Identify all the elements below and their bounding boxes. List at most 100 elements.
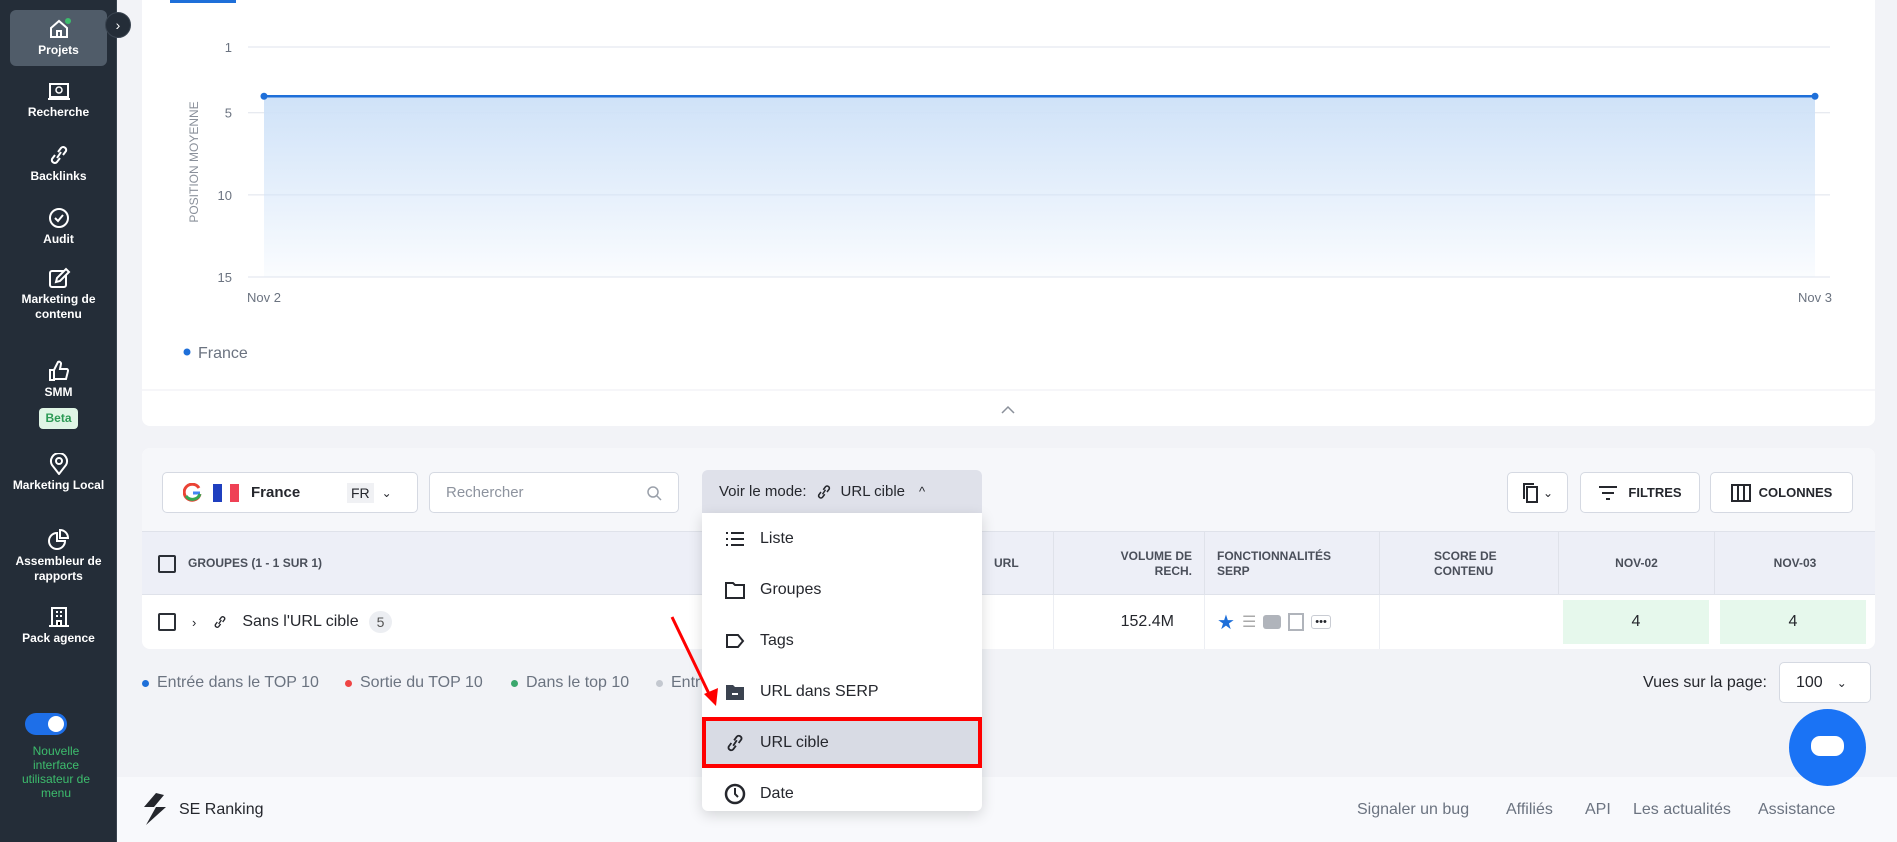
menu-item-groupes[interactable]: Groupes [702, 564, 982, 615]
header-label: URL [994, 556, 1019, 570]
columns-button[interactable]: COLONNES [1710, 472, 1853, 513]
sidebar-item-projets[interactable]: Projets [10, 10, 107, 66]
building-icon [48, 607, 69, 627]
france-flag-icon [213, 483, 240, 502]
menu-item-url-cible[interactable]: URL cible [702, 717, 982, 768]
sidebar-item-marketing-local[interactable]: Marketing Local [10, 453, 107, 493]
search-input[interactable]: Rechercher [429, 472, 679, 513]
keywords-table: France FR ⌄ Rechercher Voir le mode: URL… [142, 448, 1875, 649]
search-placeholder: Rechercher [446, 484, 524, 501]
country-code: FR [347, 482, 374, 503]
serp-header[interactable]: FONCTIONNALITÉS SERP [1204, 532, 1379, 595]
list-icon [726, 531, 744, 546]
expand-chevron-icon[interactable]: › [192, 615, 196, 630]
expand-sidebar-button[interactable]: › [105, 12, 131, 38]
brand-name: SE Ranking [179, 801, 264, 818]
header-label: NOV-03 [1773, 556, 1817, 570]
sidebar-item-label: Recherche [27, 105, 90, 119]
edit-icon [48, 267, 70, 288]
link-icon [50, 146, 67, 164]
menu-item-date[interactable]: Date [702, 768, 982, 819]
sidebar-item-marketing-contenu[interactable]: Marketing de contenu [10, 267, 107, 322]
menu-item-url-serp[interactable]: URL dans SERP [702, 666, 982, 717]
x-tick-label: Nov 2 [247, 290, 281, 305]
serp-features-cell: ★ ☰ ••• [1204, 595, 1379, 649]
more-icon[interactable]: ••• [1311, 615, 1331, 629]
menu-item-label: Groupes [760, 580, 822, 598]
table-header: GROUPES (1 - 1 SUR 1) URL VOLUME DE RECH… [142, 532, 1875, 595]
pie-chart-icon [47, 529, 69, 550]
menu-item-label: Liste [760, 529, 794, 547]
volume-header[interactable]: VOLUME DE RECH. [1053, 532, 1204, 595]
chevron-down-icon: ⌄ [1542, 485, 1554, 500]
sidebar-item-label: SMM [44, 385, 73, 399]
sidebar-item-smm[interactable]: SMM Beta [10, 360, 107, 429]
footer-link-bug[interactable]: Signaler un bug [1357, 801, 1469, 819]
legend-sortie: Sortie du TOP 10 [345, 674, 483, 692]
filters-button[interactable]: FILTRES [1580, 472, 1700, 513]
home-icon [49, 18, 71, 38]
view-mode-menu: Liste Groupes Tags URL dans SERP URL cib… [702, 513, 982, 811]
legend-label: France [198, 345, 248, 362]
footer-link-actualites[interactable]: Les actualités [1633, 801, 1731, 819]
legend-label: Dans le top 10 [526, 674, 630, 691]
nov03-header[interactable]: NOV-03 [1714, 532, 1875, 595]
view-mode-label: Voir le mode: [719, 483, 807, 500]
device-select[interactable]: ⌄ [1507, 472, 1568, 513]
active-tab-indicator [170, 0, 236, 3]
chevron-up-icon: ^ [919, 484, 926, 499]
chat-button[interactable] [1789, 709, 1866, 786]
image-icon [1288, 613, 1305, 631]
view-mode-button[interactable]: Voir le mode: URL cible ^ [702, 470, 982, 513]
y-tick-label: 10 [218, 188, 232, 203]
footer: SE Ranking Signaler un bug Affiliés API … [117, 777, 1897, 842]
view-mode-value: URL cible [840, 483, 906, 500]
footer-link-affilies[interactable]: Affiliés [1506, 801, 1553, 819]
position-chart: 151015POSITION MOYENNENov 2 Nov 3France [142, 0, 1875, 414]
legend-entree: Entrée dans le TOP 10 [142, 674, 319, 692]
sidebar-item-label: Marketing de contenu [21, 292, 96, 321]
url-header[interactable]: URL [982, 532, 1053, 595]
folder-icon [725, 581, 745, 599]
new-ui-toggle[interactable] [25, 713, 67, 735]
menu-item-liste[interactable]: Liste [702, 513, 982, 564]
google-icon [183, 482, 202, 502]
header-label: NOV-02 [1615, 556, 1658, 570]
legend-marker [183, 348, 191, 356]
sidebar-item-backlinks[interactable]: Backlinks [10, 144, 107, 184]
search-engine-select[interactable]: France FR ⌄ [162, 472, 418, 513]
toggle-label: Nouvelle interface utilisateur de menu [21, 744, 91, 800]
thumbs-up-icon [48, 360, 69, 381]
sidebar-item-assembleur[interactable]: Assembleur de rapports [10, 529, 107, 584]
nov02-header[interactable]: NOV-02 [1558, 532, 1714, 595]
y-tick-label: 1 [225, 40, 232, 55]
country-label: France [251, 484, 301, 501]
volume-cell: 152.4M [1053, 595, 1204, 649]
chart-card: 1 5 10 15 POSITION MOYENNE Nov 2 Nov 3 France [142, 0, 1875, 426]
check-circle-icon [48, 208, 69, 228]
footer-link-assistance[interactable]: Assistance [1758, 801, 1835, 819]
score-header[interactable]: SCORE DE CONTENU [1379, 532, 1558, 595]
menu-item-label: URL cible [760, 733, 829, 751]
position-value: 4 [1788, 613, 1798, 630]
sidebar-item-audit[interactable]: Audit [10, 207, 107, 247]
table-row[interactable]: › Sans l'URL cible 5 152.4M ★ ☰ ••• 4 4 [142, 595, 1875, 649]
per-page-select[interactable]: 100 ⌄ [1779, 662, 1871, 703]
footer-link-api[interactable]: API [1585, 801, 1611, 819]
sidebar-item-recherche[interactable]: Recherche [10, 82, 107, 120]
legend-dans: Dans le top 10 [511, 674, 629, 692]
sidebar-item-label: Pack agence [22, 631, 95, 645]
group-name[interactable]: Sans l'URL cible [242, 613, 358, 631]
y-axis-label: POSITION MOYENNE [187, 101, 201, 222]
link-icon [727, 734, 743, 751]
sidebar-item-pack-agence[interactable]: Pack agence [10, 606, 107, 646]
header-label: GROUPES (1 - 1 SUR 1) [188, 556, 323, 570]
header-label: VOLUME DE RECH. [1120, 548, 1192, 578]
row-checkbox[interactable] [158, 613, 176, 631]
x-tick-label: Nov 3 [1798, 290, 1832, 305]
volume-value: 152.4M [1120, 613, 1174, 630]
select-all-checkbox[interactable] [158, 554, 176, 573]
group-count-badge: 5 [368, 611, 393, 633]
menu-item-tags[interactable]: Tags [702, 615, 982, 666]
y-tick-label: 5 [225, 106, 232, 121]
